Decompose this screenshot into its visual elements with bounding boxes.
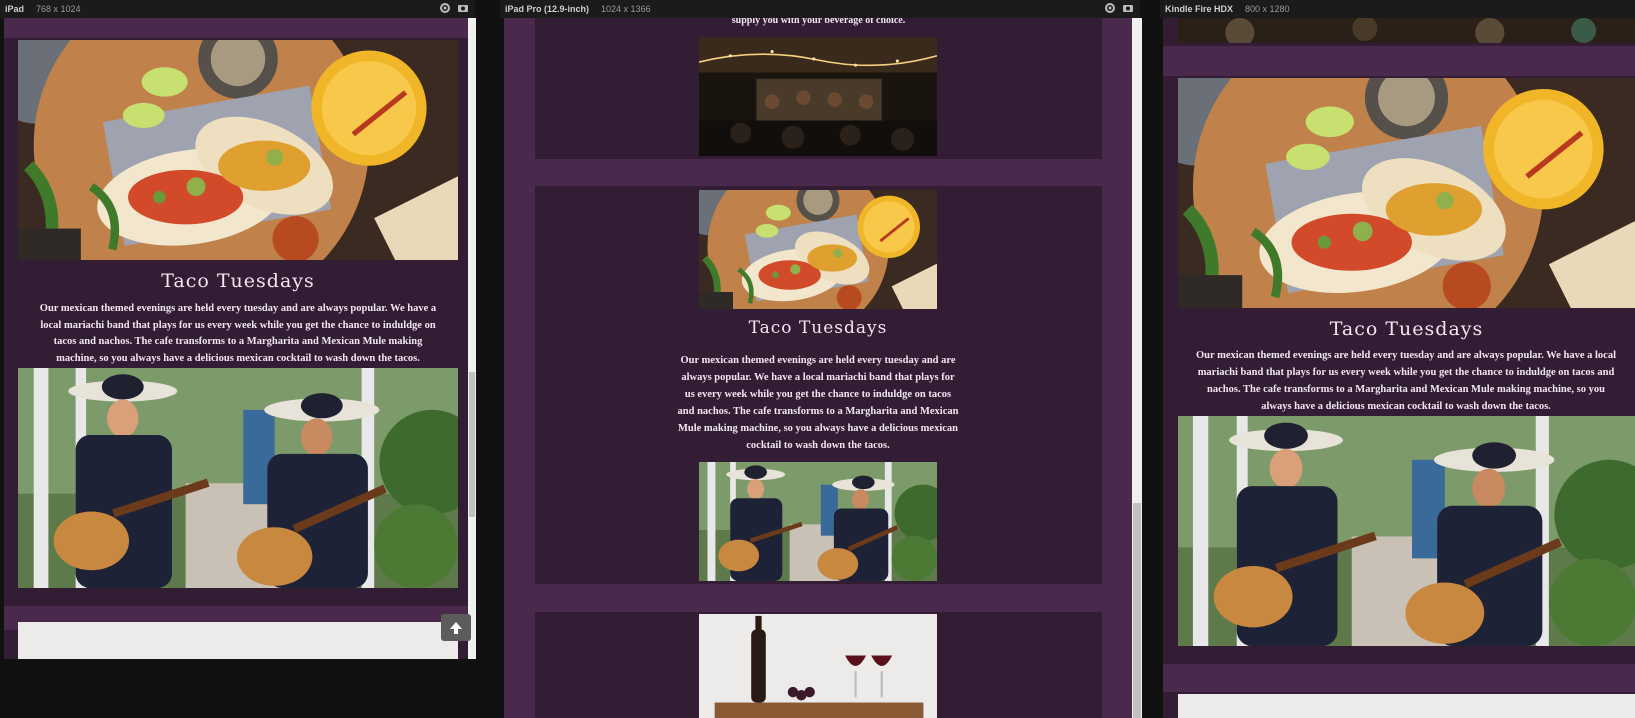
wine-photo bbox=[699, 614, 937, 718]
mariachi-photo bbox=[1178, 416, 1635, 646]
kindle-viewport: Taco Tuesdays Our mexican themed evening… bbox=[1163, 18, 1635, 718]
gear-icon[interactable] bbox=[439, 2, 451, 14]
concert-photo bbox=[699, 37, 937, 156]
gear-icon[interactable] bbox=[1104, 2, 1116, 14]
mariachi-photo bbox=[699, 462, 937, 581]
prev-photo bbox=[1178, 18, 1635, 43]
ipad-scrollbar[interactable] bbox=[468, 18, 476, 659]
taco-description: Our mexican themed evenings are held eve… bbox=[39, 303, 437, 364]
camera-icon[interactable] bbox=[1122, 2, 1134, 14]
ipad-scrollbar-thumb[interactable] bbox=[469, 372, 475, 517]
tacos-photo bbox=[1178, 78, 1635, 308]
ipad-viewport: Taco Tuesdays Our mexican themed evening… bbox=[4, 18, 468, 659]
device-toolbar-kindle: Kindle Fire HDX 800 x 1280 bbox=[1160, 0, 1635, 18]
taco-description: Our mexican themed evenings are held eve… bbox=[1195, 350, 1616, 412]
taco-title: Taco Tuesdays bbox=[1329, 318, 1484, 340]
taco-title: Taco Tuesdays bbox=[161, 270, 315, 292]
prev-text-fragment: supply you with your beverage of choice. bbox=[731, 18, 906, 26]
ipad-pro-viewport: supply you with your beverage of choice.… bbox=[504, 18, 1132, 718]
device-size: 800 x 1280 bbox=[1245, 4, 1290, 14]
device-toolbar-ipad-pro: iPad Pro (12.9-inch) 1024 x 1366 bbox=[500, 0, 1140, 18]
next-photo bbox=[18, 622, 458, 659]
mariachi-photo bbox=[18, 368, 458, 588]
ipad-pro-scrollbar-thumb[interactable] bbox=[1133, 503, 1141, 718]
device-name: iPad Pro (12.9-inch) bbox=[505, 4, 590, 14]
device-name: iPad bbox=[5, 4, 25, 14]
tacos-photo bbox=[699, 190, 937, 309]
tacos-photo bbox=[18, 40, 458, 260]
next-photo bbox=[1178, 694, 1635, 718]
taco-title: Taco Tuesdays bbox=[748, 318, 888, 338]
scroll-to-top-button[interactable] bbox=[441, 614, 471, 641]
taco-description: Our mexican themed evenings are held eve… bbox=[677, 355, 959, 451]
device-size: 1024 x 1366 bbox=[601, 4, 651, 14]
device-size: 768 x 1024 bbox=[36, 4, 81, 14]
arrow-up-icon bbox=[450, 621, 462, 634]
camera-icon[interactable] bbox=[457, 2, 469, 14]
device-toolbar-ipad: iPad 768 x 1024 bbox=[0, 0, 475, 18]
device-name: Kindle Fire HDX bbox=[1165, 4, 1234, 14]
